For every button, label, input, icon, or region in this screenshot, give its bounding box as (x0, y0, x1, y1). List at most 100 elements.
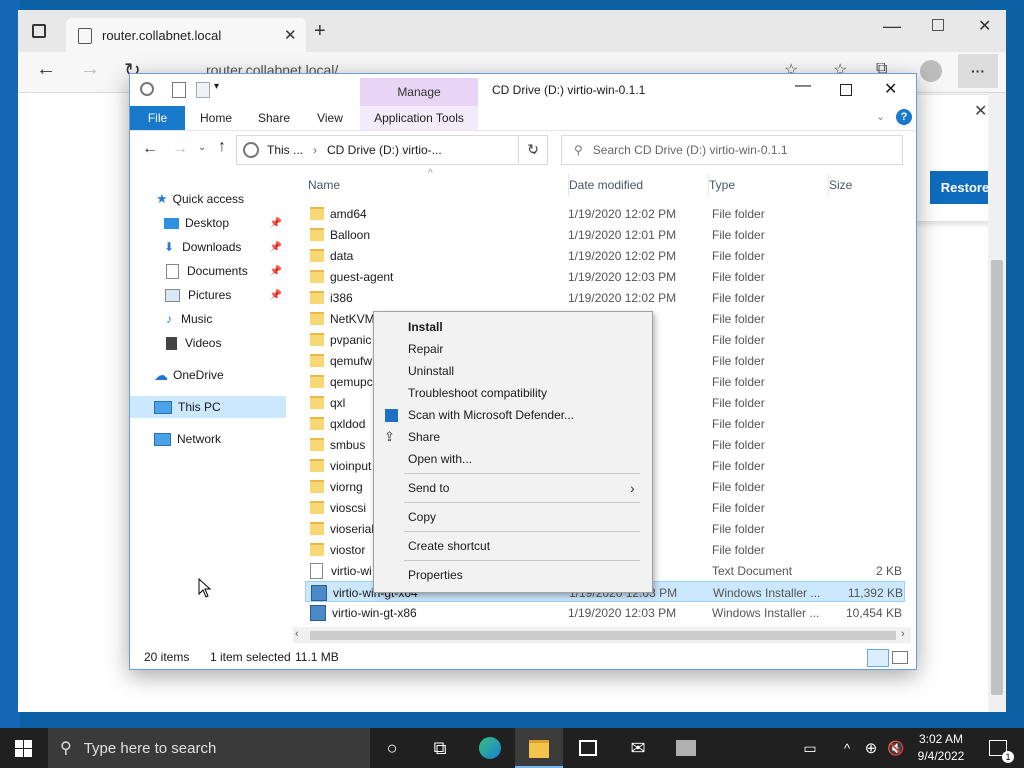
recent-locations-icon[interactable]: ⌄ (198, 142, 206, 153)
download-icon: ⬇ (164, 240, 175, 254)
address-bar[interactable]: This ... › CD Drive (D:) virtio-... ⌄ (236, 135, 548, 165)
menu-create-shortcut[interactable]: Create shortcut (374, 535, 652, 557)
column-date-modified[interactable]: Date modified (568, 174, 707, 196)
menu-label: Properties (408, 568, 463, 582)
menu-send-to[interactable]: Send to › (374, 477, 652, 499)
details-view-icon[interactable] (867, 649, 889, 667)
cortana-icon[interactable]: ○ (378, 734, 406, 762)
explorer-close-icon[interactable]: ✕ (884, 79, 897, 99)
refresh-icon[interactable]: ↻ (518, 135, 547, 163)
tab-actions-icon[interactable] (32, 24, 46, 38)
menu-uninstall[interactable]: Uninstall (374, 360, 652, 382)
search-input[interactable]: ⚲ Search CD Drive (D:) virtio-win-0.1.1 (561, 135, 903, 165)
breadcrumb-drive[interactable]: CD Drive (D:) virtio-... (327, 143, 442, 157)
maximize-icon[interactable] (932, 19, 944, 31)
file-type: File folder (712, 311, 765, 326)
menu-share[interactable]: ⇪ Share (374, 426, 652, 448)
close-tab-icon[interactable]: ✕ (284, 26, 297, 44)
mail-icon[interactable]: ✉ (624, 734, 652, 762)
system-clock[interactable]: 3:02 AM 9/4/2022 (906, 731, 976, 765)
menu-separator (404, 560, 640, 561)
settings-more-button[interactable]: ··· (958, 54, 998, 88)
file-name: virtio-win-gt-x86 (332, 605, 417, 620)
tab-home[interactable]: Home (192, 106, 240, 130)
profile-avatar[interactable] (920, 60, 942, 82)
back-icon[interactable]: ← (36, 58, 56, 81)
nav-this-pc[interactable]: This PC (130, 396, 286, 418)
ribbon-expand-icon[interactable]: ⌄ (876, 110, 885, 123)
tab-file[interactable]: File (130, 106, 185, 130)
properties-quick-icon[interactable] (172, 82, 186, 98)
scroll-left-icon[interactable]: ‹ (295, 628, 299, 640)
nav-desktop[interactable]: Desktop 📌 (130, 212, 286, 234)
large-icons-view-icon[interactable] (892, 651, 908, 664)
tab-share[interactable]: Share (248, 106, 300, 130)
browser-scrollbar-thumb[interactable] (991, 260, 1003, 695)
new-folder-quick-icon[interactable] (196, 82, 210, 98)
menu-label: Troubleshoot compatibility (408, 386, 547, 400)
notifications-icon[interactable]: 1 (984, 734, 1014, 763)
breadcrumb-this-pc[interactable]: This ... (267, 143, 303, 157)
close-notification-icon[interactable]: ✕ (974, 101, 987, 121)
manage-tab[interactable]: Manage (360, 78, 478, 106)
file-row[interactable]: guest-agent 1/19/2020 12:03 PM File folder (305, 266, 905, 287)
nav-music[interactable]: ♪ Music (130, 308, 286, 330)
file-row[interactable]: amd64 1/19/2020 12:02 PM File folder (305, 203, 905, 224)
menu-open-with[interactable]: Open with... (374, 448, 652, 470)
customize-toolbar-icon[interactable]: ▾ (214, 81, 219, 92)
file-explorer-taskbar-button[interactable] (515, 728, 563, 768)
file-date: 1/19/2020 12:02 PM (568, 248, 677, 263)
taskbar-search-box[interactable]: ⚲ Type here to search (48, 728, 370, 768)
file-row[interactable]: i386 1/19/2020 12:02 PM File folder (305, 287, 905, 308)
task-view-icon[interactable]: ⧉ (426, 734, 454, 762)
scroll-right-icon[interactable]: › (901, 628, 905, 640)
explorer-maximize-icon[interactable] (840, 84, 852, 96)
server-manager-icon[interactable] (672, 734, 700, 762)
edge-browser-icon[interactable] (476, 734, 504, 762)
keyboard-icon[interactable]: ▭ (796, 734, 824, 762)
explorer-title-bar: ▾ Manage CD Drive (D:) virtio-win-0.1.1 … (130, 74, 916, 106)
browser-tab-bar: router.collabnet.local ✕ + — ✕ (18, 10, 1006, 52)
nav-documents[interactable]: Documents 📌 (130, 260, 286, 282)
new-tab-icon[interactable]: + (314, 20, 326, 43)
minimize-icon[interactable]: — (883, 16, 901, 37)
file-type: File folder (712, 437, 765, 452)
forward-icon[interactable]: → (80, 58, 100, 81)
horizontal-scrollbar-thumb[interactable] (310, 631, 896, 640)
menu-properties[interactable]: Properties (374, 564, 652, 586)
menu-copy[interactable]: Copy (374, 506, 652, 528)
store-icon[interactable] (574, 734, 602, 762)
windows-start-icon[interactable] (15, 740, 32, 757)
tab-application-tools[interactable]: Application Tools (360, 106, 478, 130)
menu-troubleshoot[interactable]: Troubleshoot compatibility (374, 382, 652, 404)
nav-network[interactable]: Network (130, 428, 286, 450)
menu-repair[interactable]: Repair (374, 338, 652, 360)
file-row[interactable]: virtio-win-gt-x86 1/19/2020 12:03 PM Windo… (305, 602, 905, 623)
close-window-icon[interactable]: ✕ (978, 16, 991, 36)
column-name[interactable]: Name (308, 174, 558, 196)
file-size (832, 455, 902, 476)
file-row[interactable]: data 1/19/2020 12:02 PM File folder (305, 245, 905, 266)
network-status-icon[interactable]: ⊕ (857, 734, 885, 762)
nav-pictures[interactable]: Pictures 📌 (130, 284, 286, 306)
explorer-minimize-icon[interactable]: — (795, 77, 811, 95)
forward-icon[interactable]: → (172, 140, 188, 158)
back-icon[interactable]: ← (142, 140, 158, 158)
column-size[interactable]: Size (828, 174, 909, 196)
selection-size: 11.1 MB (295, 650, 339, 664)
nav-onedrive[interactable]: ☁ OneDrive (130, 364, 286, 386)
nav-videos[interactable]: Videos (130, 332, 286, 354)
menu-scan-defender[interactable]: Scan with Microsoft Defender... (374, 404, 652, 426)
tab-view[interactable]: View (308, 106, 352, 130)
folder-icon (310, 543, 324, 556)
nav-quick-access[interactable]: ★ Quick access (130, 188, 286, 210)
help-icon[interactable]: ? (896, 109, 912, 125)
file-row[interactable]: Balloon 1/19/2020 12:01 PM File folder (305, 224, 905, 245)
browser-tab[interactable]: router.collabnet.local ✕ (66, 18, 306, 52)
column-type[interactable]: Type (708, 174, 827, 196)
nav-downloads[interactable]: ⬇ Downloads 📌 (130, 236, 286, 258)
search-placeholder: Search CD Drive (D:) virtio-win-0.1.1 (592, 143, 788, 157)
up-icon[interactable]: ↑ (218, 138, 226, 156)
menu-separator (404, 531, 640, 532)
menu-install[interactable]: Install (374, 316, 652, 338)
